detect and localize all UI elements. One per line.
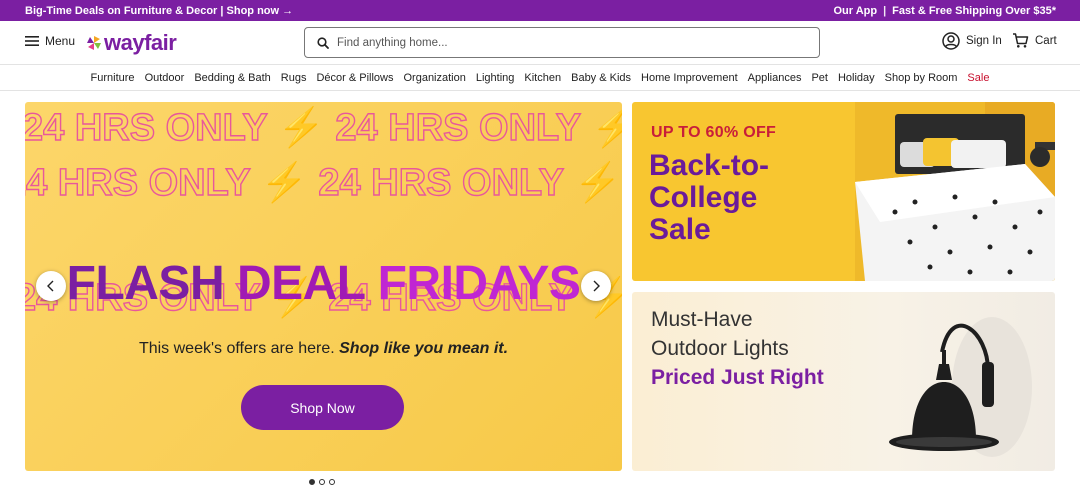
college-title-line-3: Sale xyxy=(649,213,711,246)
headline-word-3: FRIDAYS xyxy=(377,257,581,310)
lights-line-2: Outdoor Lights xyxy=(651,337,789,360)
headline-word-2: DEAL xyxy=(236,257,365,310)
carousel-prev-button[interactable] xyxy=(36,271,66,301)
chevron-right-icon xyxy=(593,280,600,292)
hero-banner[interactable]: 24 HRS ONLY ⚡ 24 HRS ONLY ⚡ 24 HRS ONLY … xyxy=(25,102,622,471)
nav-item-home-improvement[interactable]: Home Improvement xyxy=(636,72,743,84)
chevron-left-icon xyxy=(47,280,54,292)
free-shipping-link[interactable]: Fast & Free Shipping Over $35* xyxy=(892,5,1056,17)
bed-image xyxy=(855,102,1055,281)
carousel-dot[interactable] xyxy=(309,479,315,485)
lights-line-1: Must-Have xyxy=(651,308,753,331)
promo-separator: | xyxy=(883,4,887,17)
cart-label: Cart xyxy=(1035,34,1057,47)
promo-right: Our App | Fast & Free Shipping Over $35* xyxy=(833,5,1056,17)
site-header: Menu wayfair Sign In Cart xyxy=(0,21,1080,64)
nav-item-furniture[interactable]: Furniture xyxy=(86,72,140,84)
nav-item-d-cor-pillows[interactable]: Décor & Pillows xyxy=(311,72,398,84)
outdoor-lights-card[interactable]: Must-Have Outdoor Lights Priced Just Rig… xyxy=(632,292,1055,471)
carousel-dots xyxy=(309,479,335,485)
nav-item-holiday[interactable]: Holiday xyxy=(833,72,880,84)
nav-item-shop-by-room[interactable]: Shop by Room xyxy=(880,72,963,84)
hero-subtitle-bold: Shop like you mean it. xyxy=(339,340,509,357)
sign-in-label: Sign In xyxy=(966,35,1002,47)
nav-item-rugs[interactable]: Rugs xyxy=(276,72,312,84)
nav-item-organization[interactable]: Organization xyxy=(398,72,470,84)
nav-item-appliances[interactable]: Appliances xyxy=(743,72,807,84)
carousel-next-button[interactable] xyxy=(581,271,611,301)
college-title-line-2: College xyxy=(649,181,758,214)
wall-lamp-image xyxy=(889,317,1032,457)
cart-icon xyxy=(1013,33,1029,48)
nav-item-pet[interactable]: Pet xyxy=(806,72,833,84)
promo-bar: Big-Time Deals on Furniture & Decor | Sh… xyxy=(0,0,1080,21)
account-icon xyxy=(942,32,960,50)
nav-item-outdoor[interactable]: Outdoor xyxy=(140,72,190,84)
sign-in-button[interactable]: Sign In xyxy=(942,32,1002,50)
headline-word-1: FLASH xyxy=(66,257,225,310)
logo-wordmark: wayfair xyxy=(104,30,177,55)
category-nav: Furniture Outdoor Bedding & Bath Rugs Décor … xyxy=(0,64,1080,91)
nav-item-kitchen[interactable]: Kitchen xyxy=(519,72,566,84)
carousel-dot[interactable] xyxy=(329,479,335,485)
search-input[interactable] xyxy=(337,36,777,49)
hamburger-icon xyxy=(25,36,39,46)
college-title-line-1: Back-to- xyxy=(649,149,770,182)
search-bar[interactable] xyxy=(304,27,820,58)
nav-item-baby-kids[interactable]: Baby & Kids xyxy=(566,72,636,84)
lights-line-3: Priced Just Right xyxy=(651,366,824,389)
nav-item-sale[interactable]: Sale xyxy=(962,72,994,84)
wayfair-logo[interactable]: wayfair xyxy=(86,30,177,56)
pinwheel-logo-icon xyxy=(87,36,101,50)
nav-item-lighting[interactable]: Lighting xyxy=(471,72,520,84)
cart-button[interactable]: Cart xyxy=(1012,32,1057,49)
college-title: Back-to- College Sale xyxy=(649,150,769,246)
our-app-link[interactable]: Our App xyxy=(833,5,877,17)
hero-subtitle-plain: This week's offers are here. xyxy=(138,340,340,357)
back-to-college-card[interactable]: UP TO 60% OFF Back-to- College Sale xyxy=(632,102,1055,281)
promo-deals-link[interactable]: Big-Time Deals on Furniture & Decor | Sh… xyxy=(25,5,293,17)
flash-deal-headline: FLASH DEAL FRIDAYS xyxy=(25,260,622,308)
pattern-row-1: 24 HRS ONLY ⚡ 24 HRS ONLY ⚡ 24 HRS ONLY … xyxy=(25,105,622,150)
search-icon xyxy=(317,36,329,49)
menu-label: Menu xyxy=(45,34,76,48)
pattern-row-2: 24 HRS ONLY ⚡ 24 HRS ONLY ⚡ 24 HRS ONLY … xyxy=(25,160,622,205)
hero-subtitle: This week's offers are here. Shop like y… xyxy=(25,340,622,358)
shop-now-button[interactable]: Shop Now xyxy=(241,385,404,430)
college-discount: UP TO 60% OFF xyxy=(651,124,777,141)
carousel-dot[interactable] xyxy=(319,479,325,485)
nav-item-bedding-bath[interactable]: Bedding & Bath xyxy=(189,72,275,84)
menu-button[interactable]: Menu xyxy=(25,34,75,48)
